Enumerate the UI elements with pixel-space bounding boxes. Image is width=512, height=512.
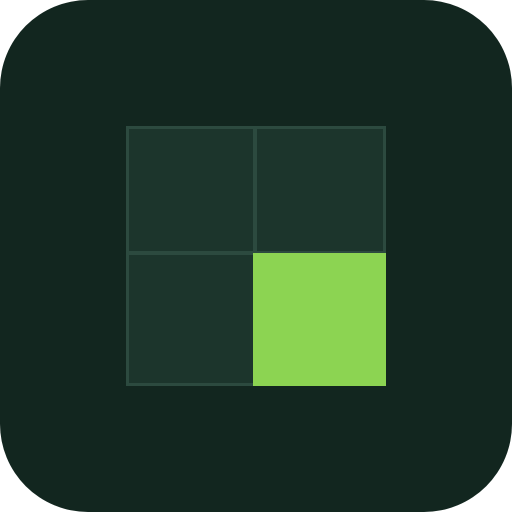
grid-cell-bottom-right-highlighted xyxy=(253,253,386,386)
grid-cell-top-right xyxy=(254,126,386,254)
grid-cell-bottom-left xyxy=(126,252,256,386)
grid-icon xyxy=(126,126,386,386)
app-icon[interactable] xyxy=(0,0,512,512)
grid-cell-top-left xyxy=(126,126,256,254)
